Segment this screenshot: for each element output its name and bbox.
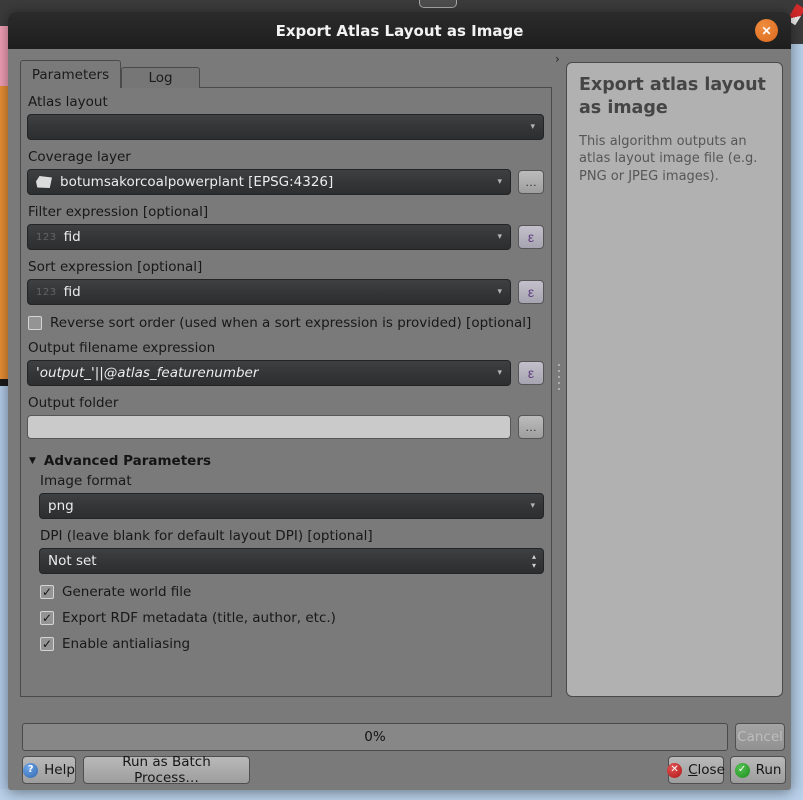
ellipsis-icon: … — [525, 175, 537, 189]
filter-expression-builder-button[interactable]: ε — [518, 225, 544, 249]
ellipsis-icon: … — [525, 420, 537, 434]
epsilon-icon: ε — [528, 284, 534, 300]
dpi-label: DPI (leave blank for default layout DPI)… — [40, 528, 544, 544]
close-circle-icon: ✕ — [667, 763, 682, 778]
image-format-select[interactable]: png ▾ — [39, 493, 544, 519]
numeric-field-icon: 123 — [36, 232, 57, 243]
image-format-label: Image format — [40, 473, 544, 489]
enable-antialiasing-checkbox[interactable]: ✓ — [40, 637, 54, 651]
help-panel-body: This algorithm outputs an atlas layout i… — [579, 133, 770, 187]
tab-log[interactable]: Log — [121, 67, 200, 88]
coverage-layer-label: Coverage layer — [28, 149, 544, 165]
atlas-layout-select[interactable]: ▾ — [27, 114, 544, 140]
help-button[interactable]: ? Help — [22, 756, 76, 784]
export-atlas-dialog: Export Atlas Layout as Image ✕ Parameter… — [8, 12, 791, 790]
help-panel: Export atlas layout as image This algori… — [566, 62, 783, 697]
close-button[interactable]: ✕ Close — [668, 756, 724, 784]
output-filename-value: 'output_'||@atlas_featurenumber — [36, 365, 258, 381]
filter-expression-label: Filter expression [optional] — [28, 204, 544, 220]
cancel-label: Cancel — [737, 729, 783, 745]
dpi-spinbox[interactable]: Not set ▴▾ — [39, 548, 544, 574]
backdrop-map-canvas-right — [790, 44, 803, 800]
run-circle-icon: ✓ — [735, 763, 750, 778]
advanced-parameters-label: Advanced Parameters — [44, 453, 211, 469]
export-rdf-label: Export RDF metadata (title, author, etc.… — [62, 610, 336, 626]
output-folder-input[interactable] — [27, 415, 511, 439]
collapse-arrow-icon: ▼ — [29, 456, 36, 466]
enable-antialiasing-checkbox-row[interactable]: ✓ Enable antialiasing — [40, 636, 544, 652]
dialog-title: Export Atlas Layout as Image — [276, 22, 524, 40]
dpi-value: Not set — [48, 553, 97, 569]
chevron-down-icon: ▾ — [530, 502, 535, 511]
generate-world-file-checkbox[interactable]: ✓ — [40, 585, 54, 599]
output-folder-browse-button[interactable]: … — [518, 415, 544, 439]
chevron-down-icon: ▾ — [497, 233, 502, 242]
output-filename-label: Output filename expression — [28, 340, 544, 356]
generate-world-file-label: Generate world file — [62, 584, 191, 600]
background-window-tab — [419, 0, 457, 8]
help-icon: ? — [23, 763, 38, 778]
numeric-field-icon: 123 — [36, 287, 57, 298]
output-folder-label: Output folder — [28, 395, 544, 411]
close-label: Close — [688, 762, 725, 778]
atlas-layout-label: Atlas layout — [28, 94, 544, 110]
tab-log-label: Log — [148, 70, 172, 86]
window-close-button[interactable]: ✕ — [755, 19, 778, 42]
enable-antialiasing-label: Enable antialiasing — [62, 636, 190, 652]
backdrop-map-canvas-bottom — [0, 789, 803, 800]
tab-parameters[interactable]: Parameters — [20, 60, 121, 88]
chevron-down-icon: ▾ — [497, 288, 502, 297]
filter-expression-select[interactable]: 123 fid ▾ — [27, 224, 511, 250]
sort-expression-select[interactable]: 123 fid ▾ — [27, 279, 511, 305]
coverage-layer-browse-button[interactable]: … — [518, 170, 544, 194]
chevron-down-icon: ▾ — [497, 369, 502, 378]
reverse-sort-label: Reverse sort order (used when a sort exp… — [50, 315, 531, 331]
progress-value: 0% — [364, 729, 385, 745]
reverse-sort-checkbox-row[interactable]: Reverse sort order (used when a sort exp… — [28, 315, 544, 331]
output-filename-select[interactable]: 'output_'||@atlas_featurenumber ▾ — [27, 360, 511, 386]
spinner-arrows-icon[interactable]: ▴▾ — [532, 553, 536, 570]
close-icon: ✕ — [761, 24, 771, 38]
parameters-panel: Atlas layout ▾ Coverage layer botumsakor… — [20, 87, 552, 697]
image-format-value: png — [48, 498, 74, 514]
run-label: Run — [756, 762, 782, 778]
coverage-layer-value: botumsakorcoalpowerplant [EPSG:4326] — [60, 174, 333, 190]
coverage-layer-select[interactable]: botumsakorcoalpowerplant [EPSG:4326] ▾ — [27, 169, 511, 195]
help-panel-title: Export atlas layout as image — [579, 74, 770, 120]
dialog-titlebar[interactable]: Export Atlas Layout as Image ✕ — [8, 12, 791, 49]
sort-expression-builder-button[interactable]: ε — [518, 280, 544, 304]
filter-expression-value: fid — [64, 229, 81, 245]
generate-world-file-checkbox-row[interactable]: ✓ Generate world file — [40, 584, 544, 600]
export-rdf-checkbox[interactable]: ✓ — [40, 611, 54, 625]
help-label: Help — [44, 762, 75, 778]
epsilon-icon: ε — [528, 365, 534, 381]
cancel-button: Cancel — [735, 723, 785, 751]
output-filename-builder-button[interactable]: ε — [518, 361, 544, 385]
progress-bar: 0% — [22, 723, 728, 751]
run-as-batch-button[interactable]: Run as Batch Process… — [83, 756, 250, 784]
run-as-batch-label: Run as Batch Process… — [88, 754, 245, 786]
advanced-parameters-toggle[interactable]: ▼ Advanced Parameters — [29, 453, 544, 469]
epsilon-icon: ε — [528, 229, 534, 245]
chevron-down-icon: ▾ — [497, 178, 502, 187]
export-rdf-checkbox-row[interactable]: ✓ Export RDF metadata (title, author, et… — [40, 610, 544, 626]
run-button[interactable]: ✓ Run — [730, 756, 786, 784]
splitter-handle[interactable] — [558, 364, 560, 392]
help-panel-collapse-icon[interactable]: › — [555, 52, 560, 66]
sort-expression-label: Sort expression [optional] — [28, 259, 544, 275]
tab-parameters-label: Parameters — [32, 67, 109, 83]
polygon-layer-icon — [36, 176, 52, 188]
reverse-sort-checkbox[interactable] — [28, 316, 42, 330]
chevron-down-icon: ▾ — [530, 123, 535, 132]
sort-expression-value: fid — [64, 284, 81, 300]
